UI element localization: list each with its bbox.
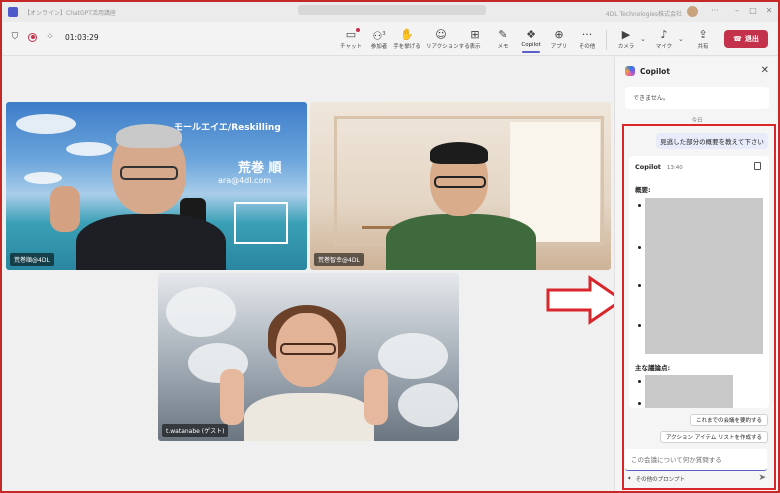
camera-options-chevron-down-icon[interactable]: ⌄: [640, 35, 646, 43]
leave-button[interactable]: ☎ 退出: [724, 30, 768, 48]
more-options-icon[interactable]: ···: [710, 6, 720, 16]
people-icon: ⚇3: [372, 29, 386, 43]
annotation-highlight-box: [622, 124, 776, 490]
apps-icon: ⊕: [554, 28, 564, 41]
tool-participants[interactable]: ⚇3 参加者: [364, 28, 394, 50]
meeting-toolbar: ⛉ ⁘ 01:03:29 ▭ チャット ⚇3 参加者 ✋ 手を挙げる ☺ リアク…: [2, 22, 778, 56]
participant-name: t.watanabe (ゲスト): [162, 424, 229, 437]
toolbar-divider: [606, 30, 607, 50]
teams-app-icon: [8, 7, 18, 17]
tool-more[interactable]: ··· その他: [572, 28, 602, 50]
participant-name: 荒巻智幸@4DL: [314, 253, 364, 266]
participant-name: 荒巻順@4DL: [10, 253, 54, 266]
tool-chat[interactable]: ▭ チャット: [336, 28, 366, 50]
background-name-text: 荒巻 順: [238, 161, 282, 176]
panel-title: Copilot: [640, 66, 670, 76]
tool-apps[interactable]: ⊕ アプリ: [544, 28, 574, 50]
mic-icon: ♪: [660, 28, 668, 41]
video-tile[interactable]: t.watanabe (ゲスト): [158, 273, 459, 441]
previous-message: できません。: [625, 87, 769, 109]
more-icon: ···: [581, 28, 593, 41]
mic-options-chevron-down-icon[interactable]: ⌄: [678, 35, 684, 43]
avatar[interactable]: [687, 6, 698, 17]
tool-raise-hand[interactable]: ✋ 手を挙げる: [392, 28, 422, 50]
view-icon: ⊞: [470, 28, 480, 41]
copilot-icon: ❖: [526, 28, 536, 41]
video-tile[interactable]: モールエイエ/Reskilling 荒巻 順 ara@4dl.com 荒巻順@4…: [6, 102, 307, 270]
video-tile[interactable]: 荒巻智幸@4DL: [310, 102, 611, 270]
date-divider: 今日: [691, 118, 703, 124]
tool-notes[interactable]: ✎ メモ: [488, 28, 518, 50]
notes-icon: ✎: [498, 28, 508, 41]
copilot-logo-icon: [625, 66, 635, 76]
title-search-bar[interactable]: [298, 5, 486, 15]
recording-icon: [28, 32, 37, 42]
reaction-icon: ☺: [435, 28, 447, 41]
tool-mic[interactable]: ♪ マイク: [649, 28, 679, 50]
phone-hangup-icon: ☎: [733, 35, 742, 43]
close-icon[interactable]: ✕: [761, 65, 769, 76]
tool-view[interactable]: ⊞ 表示: [460, 28, 490, 50]
raise-hand-icon: ✋: [400, 28, 414, 41]
meeting-timer: 01:03:29: [65, 32, 99, 42]
tool-reaction[interactable]: ☺ リアクションする: [426, 28, 470, 50]
minimize-icon[interactable]: –: [732, 6, 742, 16]
camera-icon: ▶: [621, 28, 631, 41]
title-bar: 【オンライン】ChatGPT活用講座 4DL Technologies株式会社 …: [2, 2, 778, 22]
video-stage: モールエイエ/Reskilling 荒巻 順 ara@4dl.com 荒巻順@4…: [2, 57, 614, 491]
background-logo: [234, 202, 288, 244]
share-icon: ⇪: [698, 28, 708, 41]
maximize-icon[interactable]: □: [748, 6, 758, 16]
tool-camera[interactable]: ▶ カメラ: [611, 28, 641, 50]
window-title: 【オンライン】ChatGPT活用講座: [24, 9, 116, 17]
org-name: 4DL Technologies株式会社: [605, 11, 682, 18]
close-window-icon[interactable]: ✕: [764, 6, 774, 16]
background-mail-text: ara@4dl.com: [218, 176, 272, 185]
tool-copilot[interactable]: ❖ Copilot: [516, 28, 546, 53]
chat-icon: ▭: [345, 28, 357, 41]
shield-icon[interactable]: ⛉: [10, 32, 20, 42]
background-brand-text: モールエイエ/Reskilling: [174, 123, 281, 133]
connection-icon[interactable]: ⁘: [45, 32, 55, 42]
chat-badge: [356, 28, 360, 32]
copilot-panel-header: Copilot ✕: [615, 57, 778, 85]
tool-share[interactable]: ⇪ 共有: [688, 28, 718, 50]
